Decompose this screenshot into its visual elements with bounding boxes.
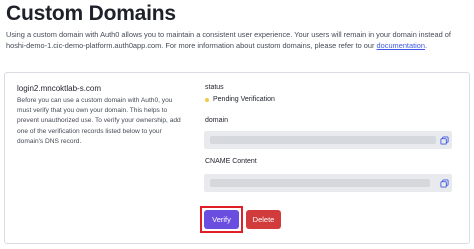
copy-icon	[439, 178, 449, 188]
pending-dot-icon	[205, 97, 209, 102]
cname-field-label: CNAME Content	[205, 158, 257, 165]
intro-end: .	[425, 41, 428, 50]
delete-button[interactable]: Delete	[246, 210, 281, 229]
copy-domain-button[interactable]	[438, 134, 450, 146]
domain-description: Before you can use a custom domain with …	[17, 97, 181, 145]
domain-field-label: domain	[205, 117, 228, 124]
domain-name: login2.mncoktlab-s.com	[17, 84, 102, 93]
cname-value-field	[204, 174, 452, 192]
redacted-value	[210, 179, 430, 187]
status-value: Pending Verification	[213, 96, 275, 103]
status-badge: Pending Verification	[205, 96, 275, 103]
documentation-link[interactable]: documentation	[377, 41, 425, 50]
page-title: Custom Domains	[6, 2, 176, 25]
copy-cname-button[interactable]	[438, 177, 450, 189]
status-label: status	[205, 84, 224, 91]
intro-paragraph: Using a custom domain with Auth0 allows …	[6, 29, 468, 51]
domain-value-field	[204, 131, 452, 149]
redacted-value	[210, 136, 436, 144]
copy-icon	[439, 135, 449, 145]
verify-button[interactable]: Verify	[204, 210, 239, 229]
